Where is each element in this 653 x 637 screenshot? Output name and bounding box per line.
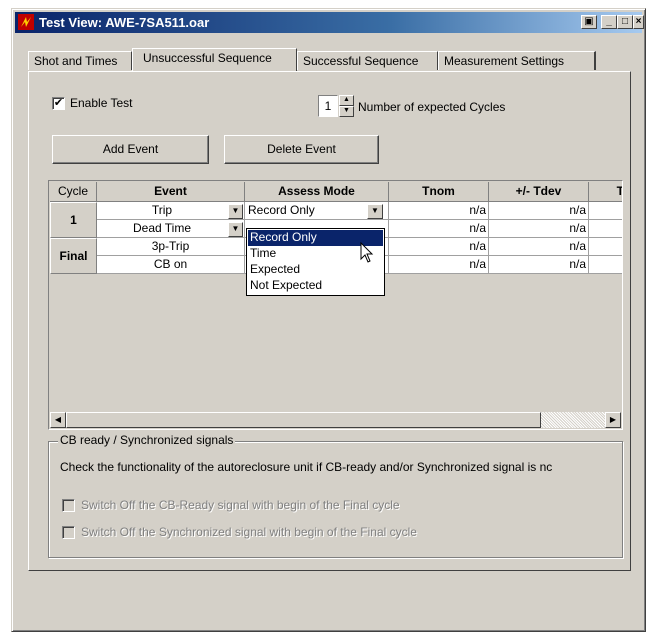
row-header-final[interactable]: Final [50, 238, 97, 274]
tab-label: Measurement Settings [444, 54, 565, 68]
switch-off-synchronized-checkbox[interactable] [62, 526, 75, 539]
row-header-cycle-1[interactable]: 1 [50, 202, 97, 238]
scrollbar-track[interactable] [541, 412, 605, 428]
event-dropdown-button[interactable]: ▼ [228, 222, 243, 237]
cycles-label: Number of expected Cycles [358, 100, 506, 114]
column-header-tdev[interactable]: +/- Tdev [489, 182, 589, 202]
enable-test-checkbox[interactable]: ✔ [52, 97, 65, 110]
column-header-tnom[interactable]: Tnom [389, 182, 489, 202]
column-header-cycle[interactable]: Cycle [50, 182, 97, 202]
table-row-event-cell[interactable]: Trip [97, 202, 245, 220]
dropdown-arrow-icon: ▼ [231, 206, 240, 215]
minimize-icon: _ [606, 16, 612, 27]
table-row-t-cell[interactable] [589, 202, 622, 220]
scroll-right-icon: ▶ [609, 415, 617, 424]
horizontal-scrollbar[interactable]: ◀ ▶ [50, 412, 621, 428]
spin-down-icon: ▼ [343, 107, 350, 114]
event-dropdown-button[interactable]: ▼ [228, 204, 243, 219]
dropdown-arrow-icon: ▼ [371, 206, 379, 215]
maximize-icon: □ [621, 16, 629, 27]
table-row-tnom-cell[interactable]: n/a [389, 256, 489, 274]
dropdown-option-not-expected[interactable]: Not Expected [248, 278, 383, 294]
switch-off-cb-ready-label: Switch Off the CB-Ready signal with begi… [81, 498, 400, 512]
scrollbar-thumb[interactable] [66, 412, 541, 428]
tab-label: Successful Sequence [303, 54, 419, 68]
checkbox-check-icon: ✔ [53, 97, 64, 109]
switch-off-synchronized-label: Switch Off the Synchronized signal with … [81, 525, 417, 539]
tab-measurement-settings[interactable]: Measurement Settings [438, 51, 596, 70]
column-header-event[interactable]: Event [97, 182, 245, 202]
table-row-event-cell[interactable]: 3p-Trip [97, 238, 245, 256]
spin-down-button[interactable]: ▼ [339, 106, 354, 117]
tab-label: Shot and Times [34, 54, 118, 68]
maximize-button[interactable]: □ [617, 15, 633, 29]
dropdown-arrow-icon: ▼ [231, 224, 240, 233]
scroll-left-icon: ◀ [54, 415, 62, 424]
column-header-t[interactable]: T [589, 182, 622, 202]
restore-icon: ▣ [584, 16, 594, 27]
table-row-tnom-cell[interactable]: n/a [389, 202, 489, 220]
table-row-tdev-cell[interactable]: n/a [489, 220, 589, 238]
spin-up-icon: ▲ [343, 96, 350, 103]
table-row-event-cell[interactable]: Dead Time [97, 220, 245, 238]
scroll-right-button[interactable]: ▶ [605, 412, 621, 428]
event-value: Dead Time [132, 221, 192, 235]
table-row-t-cell[interactable] [589, 256, 622, 274]
table-row-event-cell[interactable]: CB on [97, 256, 245, 274]
table-row-tdev-cell[interactable]: n/a [489, 256, 589, 274]
tab-label: Unsuccessful Sequence [143, 51, 272, 65]
assess-value: Record Only [248, 203, 315, 217]
cycles-spinner-input[interactable]: 1 [318, 95, 338, 117]
switch-off-cb-ready-checkbox[interactable] [62, 499, 75, 512]
table-row-tdev-cell[interactable]: n/a [489, 202, 589, 220]
events-grid[interactable]: Cycle Event Assess Mode Tnom +/- Tdev T … [48, 180, 623, 430]
app-icon [18, 14, 34, 30]
table-row-tdev-cell[interactable]: n/a [489, 238, 589, 256]
close-button[interactable]: × [633, 15, 644, 29]
table-row-t-cell[interactable] [589, 220, 622, 238]
minimize-button[interactable]: _ [601, 15, 617, 29]
spin-up-button[interactable]: ▲ [339, 95, 354, 106]
cb-ready-description: Check the functionality of the autoreclo… [60, 460, 553, 474]
column-header-assess-mode[interactable]: Assess Mode [245, 182, 389, 202]
tab-shot-and-times[interactable]: Shot and Times [28, 51, 132, 70]
assess-dropdown-button[interactable]: ▼ [367, 204, 383, 219]
add-event-button[interactable]: Add Event [52, 135, 209, 164]
scroll-left-button[interactable]: ◀ [50, 412, 66, 428]
mouse-cursor-icon [360, 242, 374, 263]
window-title: Test View: AWE-7SA511.oar [39, 15, 210, 30]
table-row-tnom-cell[interactable]: n/a [389, 238, 489, 256]
enable-test-label: Enable Test [70, 96, 133, 110]
event-value: Trip [151, 203, 173, 217]
restore-button[interactable]: ▣ [581, 15, 597, 29]
tab-successful-sequence[interactable]: Successful Sequence [297, 51, 438, 70]
cb-ready-group-title: CB ready / Synchronized signals [58, 433, 236, 447]
title-bar[interactable]: Test View: AWE-7SA511.oar ▣ _ □ × [15, 12, 644, 33]
table-row-t-cell[interactable] [589, 238, 622, 256]
tab-unsuccessful-sequence[interactable]: Unsuccessful Sequence [132, 48, 297, 71]
dropdown-option-expected[interactable]: Expected [248, 262, 383, 278]
table-row-tnom-cell[interactable]: n/a [389, 220, 489, 238]
close-icon: × [635, 16, 642, 27]
delete-event-button[interactable]: Delete Event [224, 135, 379, 164]
